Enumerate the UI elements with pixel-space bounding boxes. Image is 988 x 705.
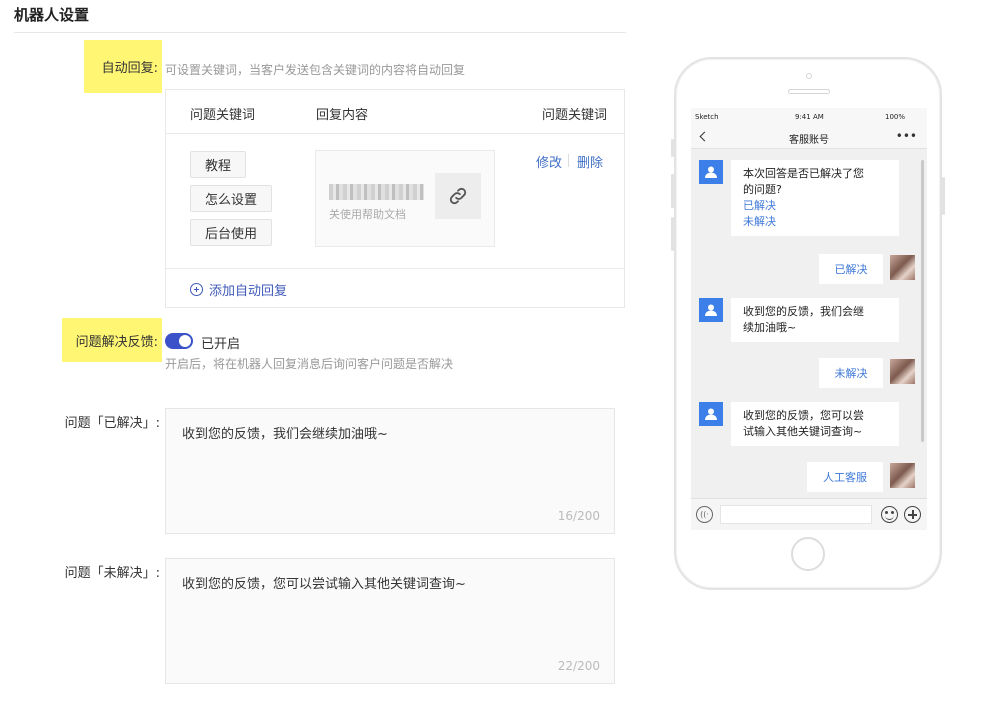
- resolved-label: 问题「已解决」:: [64, 416, 160, 431]
- reply-content-card[interactable]: 关使用帮助文档: [315, 150, 495, 247]
- blurred-title: [329, 184, 424, 200]
- bot2-line-2: 续加油哦~: [743, 321, 797, 334]
- user-avatar: [890, 359, 915, 384]
- chat-title: 客服账号: [789, 135, 829, 146]
- resolved-text: 收到您的反馈，我们会继续加油哦~: [182, 427, 388, 442]
- more-icon[interactable]: •••: [896, 129, 917, 143]
- link-icon: [449, 187, 467, 205]
- unresolved-char-count: 22/200: [557, 659, 600, 673]
- phone-mute-button: [671, 139, 674, 157]
- chat-input-bar: ((·: [691, 498, 927, 530]
- edit-link[interactable]: 修改: [536, 152, 562, 171]
- feedback-label: 问题解决反馈:: [62, 318, 162, 362]
- keyword-tag-tutorial[interactable]: 教程: [190, 151, 247, 178]
- bot2-line-1: 收到您的反馈，我们会继: [743, 305, 864, 318]
- chat-input[interactable]: [720, 505, 872, 524]
- emoji-icon[interactable]: [881, 506, 898, 523]
- bot3-line-2: 试输入其他关键词查询~: [743, 425, 863, 438]
- phone-volume-up: [671, 174, 674, 208]
- resolved-textarea[interactable]: 收到您的反馈，我们会继续加油哦~ 16/200: [165, 408, 615, 534]
- auto-reply-label: 自动回复:: [84, 40, 162, 93]
- keyword-tag-how-to-set[interactable]: 怎么设置: [190, 185, 273, 212]
- q-line-2: 的问题?: [743, 183, 782, 196]
- chat-scrollbar[interactable]: [921, 160, 924, 442]
- user-icon: [705, 408, 717, 420]
- clock: 9:41 AM: [795, 113, 824, 121]
- title-divider: [14, 32, 626, 33]
- unresolved-textarea[interactable]: 收到您的反馈，您可以尝试输入其他关键词查询~ 22/200: [165, 558, 615, 684]
- phone-camera: [806, 73, 812, 79]
- home-button: [791, 537, 825, 571]
- plus-circle-icon: [190, 283, 203, 296]
- user-message-resolved: 已解决: [819, 254, 883, 284]
- toggle-knob: [179, 335, 191, 347]
- keyword-tag-admin-use[interactable]: 后台使用: [190, 219, 273, 246]
- battery-level: 100%: [885, 113, 906, 121]
- column-reply: 回复内容: [316, 108, 369, 123]
- bot-avatar: [699, 160, 723, 184]
- carrier: Sketch: [695, 113, 719, 121]
- feedback-toggle[interactable]: [165, 333, 193, 349]
- bot-message-resolved-reply: 收到您的反馈，我们会继 续加油哦~: [731, 298, 899, 342]
- auto-reply-hint: 可设置关键词，当客户发送包含关键词的内容将自动回复: [165, 63, 466, 77]
- user-message-unresolved: 未解决: [819, 358, 883, 388]
- column-keyword: 问题关键词: [190, 108, 256, 123]
- bot3-line-1: 收到您的反馈，您可以尝: [743, 409, 864, 422]
- phone-screen: Sketch 9:41 AM 100% 客服账号 ••• 本次回答是否已解决了您…: [691, 108, 927, 530]
- option-resolved-link[interactable]: 已解决: [743, 198, 887, 214]
- user-avatar: [890, 255, 915, 280]
- unresolved-text: 收到您的反馈，您可以尝试输入其他关键词查询~: [182, 577, 466, 592]
- plus-icon[interactable]: [904, 506, 921, 523]
- voice-icon[interactable]: ((·: [696, 506, 713, 523]
- resolved-char-count: 16/200: [557, 509, 600, 523]
- phone-volume-down: [671, 217, 674, 251]
- feedback-hint: 开启后，将在机器人回复消息后询问客户问题是否解决: [165, 357, 454, 371]
- op-separator: [568, 154, 569, 167]
- add-auto-reply-label: 添加自动回复: [209, 284, 288, 299]
- chat-nav-bar: 客服账号 •••: [691, 126, 927, 149]
- phone-power-button: [942, 177, 945, 215]
- table-header: 问题关键词 回复内容 问题关键词: [166, 90, 624, 134]
- phone-preview: Sketch 9:41 AM 100% 客服账号 ••• 本次回答是否已解决了您…: [671, 57, 945, 590]
- add-row: 添加自动回复: [166, 268, 624, 308]
- bot-avatar: [699, 298, 723, 322]
- page-title: 机器人设置: [14, 6, 90, 24]
- option-unresolved-link[interactable]: 未解决: [743, 214, 887, 230]
- bot-avatar: [699, 402, 723, 426]
- column-keyword-2: 问题关键词: [542, 108, 608, 123]
- unresolved-label: 问题「未解决」:: [64, 566, 160, 581]
- q-line-1: 本次回答是否已解决了您: [743, 167, 864, 180]
- user-icon: [705, 304, 717, 316]
- user-avatar: [890, 463, 915, 488]
- user-message-human-agent: 人工客服: [807, 462, 883, 492]
- auto-reply-table: 问题关键词 回复内容 问题关键词 教程 怎么设置 后台使用 关使用帮助文档 修改…: [165, 89, 625, 308]
- add-auto-reply-button[interactable]: 添加自动回复: [190, 280, 287, 299]
- user-icon: [705, 166, 717, 178]
- status-bar: Sketch 9:41 AM 100%: [691, 108, 927, 126]
- delete-link[interactable]: 删除: [577, 152, 603, 171]
- bot-message-unresolved-reply: 收到您的反馈，您可以尝 试输入其他关键词查询~: [731, 402, 899, 446]
- feedback-toggle-state: 已开启: [201, 337, 241, 352]
- reply-thumbnail: [435, 173, 481, 219]
- phone-speaker: [788, 89, 830, 94]
- bot-message-question: 本次回答是否已解决了您 的问题? 已解决 未解决: [731, 160, 899, 236]
- reply-desc: 关使用帮助文档: [329, 208, 406, 221]
